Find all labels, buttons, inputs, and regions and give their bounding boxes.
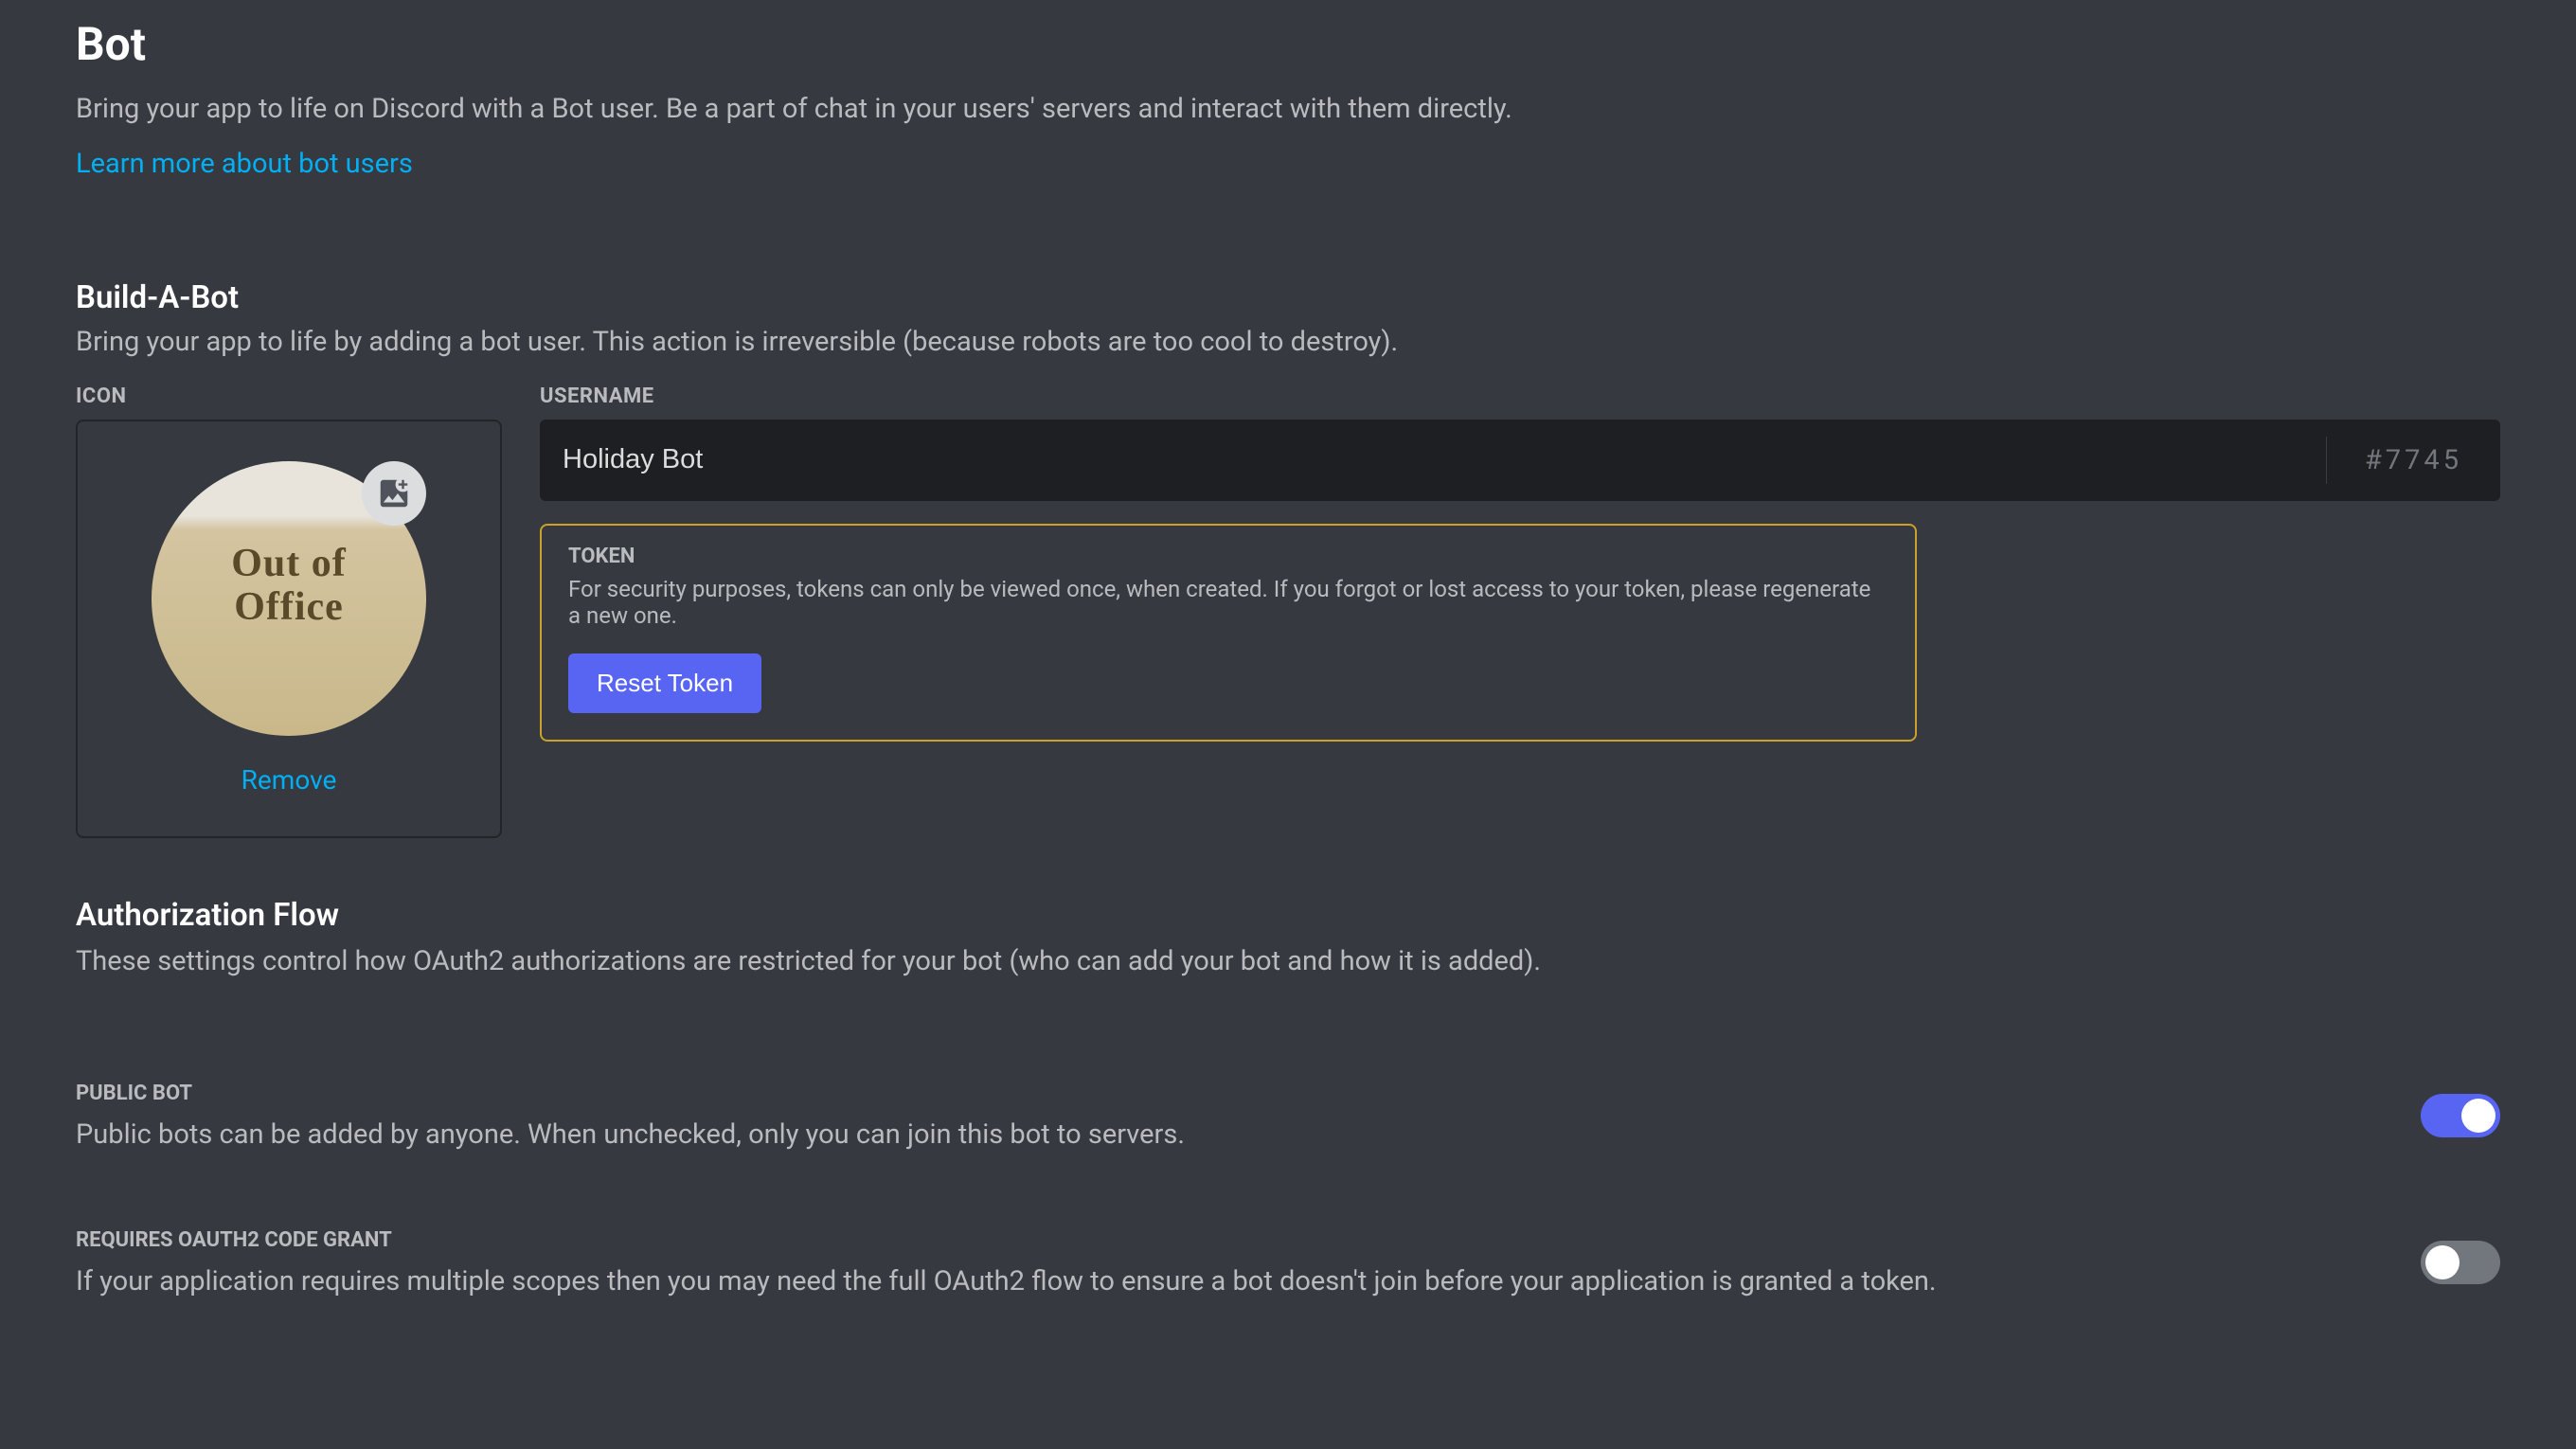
public-bot-toggle[interactable] xyxy=(2421,1094,2500,1137)
icon-label: Icon xyxy=(76,385,502,420)
oauth-grant-row: Requires OAuth2 Code Grant If your appli… xyxy=(76,1151,2500,1297)
page-title: Bot xyxy=(76,0,2500,90)
token-description: For security purposes, tokens can only b… xyxy=(568,576,1888,653)
learn-more-link[interactable]: Learn more about bot users xyxy=(76,148,413,180)
oauth-grant-description: If your application requires multiple sc… xyxy=(76,1265,2383,1297)
avatar-container[interactable]: Out of Office xyxy=(152,461,426,736)
reset-token-button[interactable]: Reset Token xyxy=(568,653,761,713)
toggle-thumb xyxy=(2461,1099,2496,1133)
username-input-wrapper: #7745 xyxy=(540,420,2500,501)
remove-icon-link[interactable]: Remove xyxy=(242,764,337,796)
page-subtitle: Bring your app to life on Discord with a… xyxy=(76,90,2500,148)
avatar-text: Out of Office xyxy=(221,541,358,628)
public-bot-row: Public Bot Public bots can be added by a… xyxy=(76,1004,2500,1151)
oauth-grant-label: Requires OAuth2 Code Grant xyxy=(76,1228,2383,1265)
build-a-bot-description: Bring your app to life by adding a bot u… xyxy=(76,326,2500,385)
token-label: Token xyxy=(568,545,1888,576)
auth-flow-title: Authorization Flow xyxy=(76,838,2500,945)
username-input[interactable] xyxy=(540,420,2326,501)
image-add-icon xyxy=(376,475,412,511)
build-a-bot-title: Build-A-Bot xyxy=(76,180,2500,326)
discriminator: #7745 xyxy=(2326,437,2500,484)
icon-upload-box[interactable]: Out of Office Remove xyxy=(76,420,502,838)
token-box: Token For security purposes, tokens can … xyxy=(540,524,1917,742)
upload-image-button[interactable] xyxy=(362,461,426,526)
auth-flow-description: These settings control how OAuth2 author… xyxy=(76,945,2500,1004)
oauth-grant-toggle[interactable] xyxy=(2421,1241,2500,1284)
public-bot-label: Public Bot xyxy=(76,1082,2383,1118)
username-label: Username xyxy=(540,385,2500,420)
toggle-thumb xyxy=(2425,1245,2460,1279)
public-bot-description: Public bots can be added by anyone. When… xyxy=(76,1118,2383,1151)
